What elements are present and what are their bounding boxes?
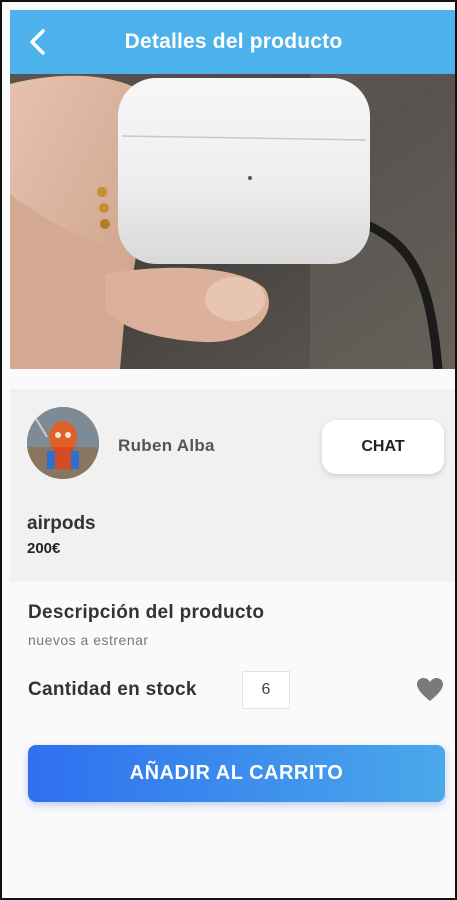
description-title: Descripción del producto — [28, 602, 265, 623]
stock-label: Cantidad en stock — [28, 679, 197, 700]
add-to-cart-button[interactable]: AÑADIR AL CARRITO — [28, 745, 445, 802]
product-price: 200€ — [27, 540, 61, 557]
avatar[interactable] — [27, 407, 99, 479]
favorite-button[interactable] — [416, 677, 444, 703]
page-title: Detalles del producto — [124, 30, 343, 53]
screen: Detalles del producto Ruben Alba CHAT ai… — [0, 0, 457, 900]
product-name: airpods — [27, 513, 96, 534]
stock-quantity-field[interactable]: 6 — [242, 671, 290, 709]
seller-name: Ruben Alba — [118, 436, 215, 455]
app-bar: Detalles del producto — [10, 10, 455, 74]
heart-icon — [417, 678, 443, 701]
description-text: nuevos a estrenar — [28, 632, 149, 648]
seller-section: Ruben Alba CHAT airpods 200€ — [10, 389, 455, 582]
product-image — [10, 74, 455, 369]
chat-button[interactable]: CHAT — [322, 420, 444, 474]
product-details: Descripción del producto nuevos a estren… — [10, 582, 455, 898]
